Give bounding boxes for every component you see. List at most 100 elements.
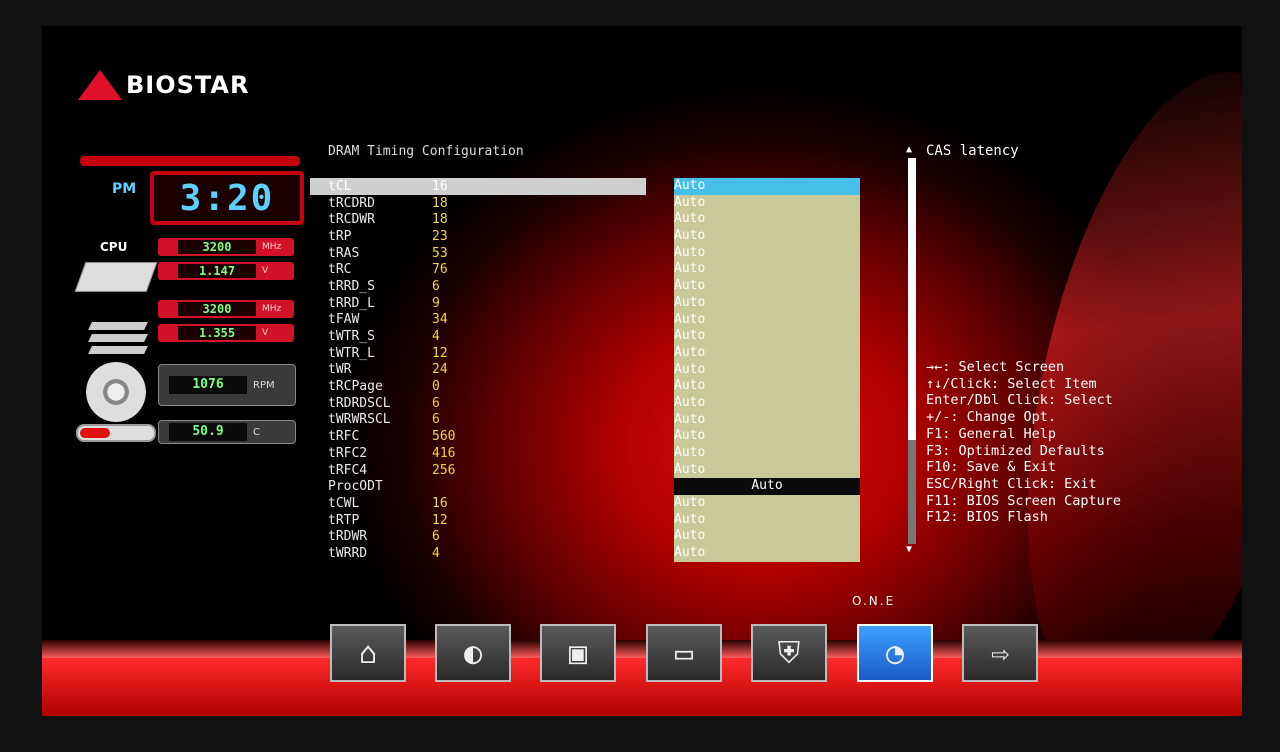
timing-value: 6 [432, 529, 440, 545]
fan-icon [86, 362, 146, 422]
timing-value: 16 [432, 495, 448, 511]
exit-icon[interactable]: ⇨ [962, 624, 1038, 682]
key-help-line: +/-: Change Opt. [926, 409, 1057, 426]
timing-row-trfc[interactable]: tRFC 560 [310, 428, 646, 445]
timing-value: 24 [432, 362, 448, 378]
timing-option-tcl[interactable]: Auto [674, 178, 860, 195]
timing-name: tRFC [328, 429, 360, 445]
timing-option-twrrd[interactable]: Auto [674, 545, 860, 562]
timing-option-twtr_s[interactable]: Auto [674, 328, 860, 345]
timing-row-trdrdscl[interactable]: tRDRDSCL 6 [310, 395, 646, 412]
timing-row-tcwl[interactable]: tCWL 16 [310, 495, 646, 512]
timing-name: tRCDWR [328, 212, 375, 228]
fan-speed-value: 1076 [169, 376, 247, 394]
timing-value: 76 [432, 262, 448, 278]
timing-option-trcdrd[interactable]: Auto [674, 195, 860, 212]
fan-speed-meter: 1076 RPM [158, 364, 296, 406]
timing-value: 6 [432, 395, 440, 411]
timing-row-tcl[interactable]: tCL 16 [310, 178, 646, 195]
timing-option-tcwl[interactable]: Auto [674, 495, 860, 512]
timing-row-trtp[interactable]: tRTP 12 [310, 512, 646, 529]
timing-option-trfc[interactable]: Auto [674, 428, 860, 445]
temperature-value: 50.9 [169, 423, 247, 441]
timing-option-procodt[interactable]: Auto [674, 478, 860, 496]
timing-row-trfc2[interactable]: tRFC2 416 [310, 445, 646, 462]
timing-option-trp[interactable]: Auto [674, 228, 860, 245]
timing-option-twr[interactable]: Auto [674, 362, 860, 379]
scroll-down-icon[interactable]: ▼ [906, 544, 912, 555]
timing-row-tfaw[interactable]: tFAW 34 [310, 312, 646, 329]
active-tab-label: O.N.E [852, 594, 896, 608]
home-icon[interactable]: ⌂ [330, 624, 406, 682]
timing-name: tWTR_L [328, 345, 375, 361]
timing-row-trp[interactable]: tRP 23 [310, 228, 646, 245]
timing-option-trfc2[interactable]: Auto [674, 445, 860, 462]
timing-row-trcpage[interactable]: tRCPage 0 [310, 378, 646, 395]
biostar-logo: BIOSTAR [78, 70, 249, 100]
timing-row-trfc4[interactable]: tRFC4 256 [310, 462, 646, 479]
timing-name: tRC [328, 262, 352, 278]
cpu-voltage-meter: 1.147 V [158, 262, 294, 280]
timing-name: tRCDRD [328, 195, 375, 211]
timing-value: 560 [432, 429, 456, 445]
timing-value: 18 [432, 195, 448, 211]
timing-option-trcpage[interactable]: Auto [674, 378, 860, 395]
toolbar-floor [42, 658, 1242, 716]
memory-frequency-value: 3200 [178, 302, 256, 316]
timing-value: 12 [432, 345, 448, 361]
biostar-triangle-icon [78, 70, 122, 100]
timing-row-trcdwr[interactable]: tRCDWR 18 [310, 211, 646, 228]
scroll-up-icon[interactable]: ▲ [906, 144, 912, 155]
temperature-meter: 50.9 C [158, 420, 296, 444]
timing-value: 4 [432, 329, 440, 345]
timing-row-twtr_s[interactable]: tWTR_S 4 [310, 328, 646, 345]
bios-screen: BIOSTAR PM 3:20 CPU 3200 MHz 1.147 V 320… [42, 26, 1242, 716]
timing-option-trdrdscl[interactable]: Auto [674, 395, 860, 412]
timing-name: tRFC2 [328, 445, 368, 461]
timing-row-twr[interactable]: tWR 24 [310, 362, 646, 379]
timing-value: 16 [432, 178, 448, 194]
timing-option-trdwr[interactable]: Auto [674, 528, 860, 545]
timing-name: tRDRDSCL [328, 395, 391, 411]
joystick-icon[interactable]: ◐ [435, 624, 511, 682]
timing-option-trrd_l[interactable]: Auto [674, 295, 860, 312]
timing-value: 12 [432, 512, 448, 528]
shield-icon[interactable]: ⛨ [751, 624, 827, 682]
timing-option-twrwrscl[interactable]: Auto [674, 412, 860, 429]
timing-row-trc[interactable]: tRC 76 [310, 261, 646, 278]
timing-option-trrd_s[interactable]: Auto [674, 278, 860, 295]
chip-icon[interactable]: ▣ [540, 624, 616, 682]
timing-row-twrrd[interactable]: tWRRD 4 [310, 545, 646, 562]
timing-row-trdwr[interactable]: tRDWR 6 [310, 528, 646, 545]
timing-row-twtr_l[interactable]: tWTR_L 12 [310, 345, 646, 362]
key-help-line: →←: Select Screen [926, 359, 1065, 375]
timing-option-tfaw[interactable]: Auto [674, 312, 860, 329]
drive-icon[interactable]: ▭ [646, 624, 722, 682]
key-help-line: F3: Optimized Defaults [926, 442, 1105, 459]
timing-value: 23 [432, 228, 448, 244]
timing-option-twtr_l[interactable]: Auto [674, 345, 860, 362]
cpu-voltage-value: 1.147 [178, 264, 256, 278]
timing-row-trrd_s[interactable]: tRRD_S 6 [310, 278, 646, 295]
timing-row-tras[interactable]: tRAS 53 [310, 245, 646, 262]
timing-option-trc[interactable]: Auto [674, 261, 860, 278]
timing-value: 416 [432, 445, 456, 461]
timing-row-twrwrscl[interactable]: tWRWRSCL 6 [310, 412, 646, 429]
timing-option-tras[interactable]: Auto [674, 245, 860, 262]
timing-option-trcdwr[interactable]: Auto [674, 211, 860, 228]
clock-display: 3:20 [150, 171, 304, 225]
timing-row-trrd_l[interactable]: tRRD_L 9 [310, 295, 646, 312]
help-title: CAS latency [926, 143, 1019, 159]
scrollbar-thumb[interactable] [908, 158, 916, 440]
timing-name: tWRRD [328, 545, 368, 561]
cpu-label: CPU [100, 240, 128, 254]
timing-value: 0 [432, 379, 440, 395]
speedometer-icon[interactable]: ◔ [857, 624, 933, 682]
key-help-list: →←: Select Screen ↑↓/Click: Select Item En… [926, 359, 1121, 526]
timing-row-procodt[interactable]: ProcODT [310, 478, 646, 495]
timing-option-trtp[interactable]: Auto [674, 512, 860, 529]
memory-voltage-meter: 1.355 V [158, 324, 294, 342]
timing-option-trfc4[interactable]: Auto [674, 462, 860, 479]
brand-name: BIOSTAR [126, 71, 250, 99]
timing-row-trcdrd[interactable]: tRCDRD 18 [310, 195, 646, 212]
